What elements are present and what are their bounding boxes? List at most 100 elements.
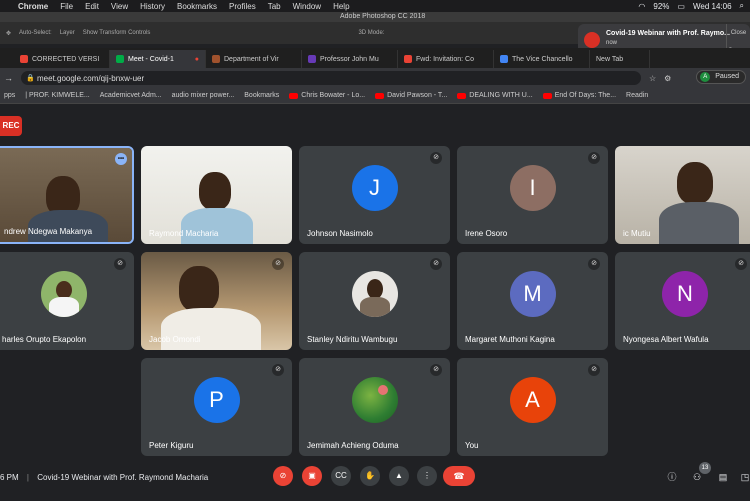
participant-tile[interactable]: ⊘ J Johnson Nasimolo	[299, 146, 450, 244]
3d-mode-label[interactable]: 3D Mode:	[358, 30, 384, 36]
tab-label: CORRECTED VERSI	[32, 55, 100, 63]
move-tool-icon[interactable]: ✥	[6, 30, 11, 37]
info-icon[interactable]: ⓘ	[665, 470, 679, 484]
more-options-button[interactable]: ⋮	[417, 466, 437, 486]
tab-department[interactable]: Department of Vir	[206, 50, 302, 68]
wifi-icon[interactable]: ◠	[638, 2, 645, 11]
avatar: I	[509, 165, 556, 211]
participant-tile[interactable]: ⊘ P Peter Kiguru	[141, 358, 292, 456]
avatar-photo	[366, 279, 383, 299]
bookmark-folder[interactable]: Bookmarks	[244, 92, 279, 99]
battery-icon[interactable]: ▭	[677, 2, 685, 11]
photoshop-title: Adobe Photoshop CC 2018	[340, 13, 426, 20]
participant-tile[interactable]: Raymond Macharia	[141, 146, 292, 244]
tab-label: Department of Vir	[224, 55, 279, 63]
auto-select-label[interactable]: Auto-Select:	[19, 30, 52, 36]
participant-tile[interactable]: ⊘ harles Orupto Ekapolon	[0, 252, 134, 350]
star-icon[interactable]: ☆	[649, 74, 656, 83]
avatar	[351, 271, 398, 317]
menu-view[interactable]: View	[111, 2, 128, 11]
people-icon[interactable]: ⚇	[690, 470, 704, 484]
participant-name: Nyongesa Albert Wafula	[623, 335, 709, 344]
url-text: meet.google.com/qij-bnxw-uer	[37, 73, 145, 83]
tab-fwd-invitation[interactable]: Fwd: Invitation: Co	[398, 50, 494, 68]
participant-tile[interactable]: ⊘ I Irene Osoro	[457, 146, 608, 244]
menu-file[interactable]: File	[60, 2, 73, 11]
address-bar[interactable]: 🔒 meet.google.com/qij-bnxw-uer	[21, 71, 641, 85]
participant-name: ic Mutiu	[623, 229, 651, 238]
tab-meet[interactable]: Meet - Covid-1 ●	[110, 50, 206, 68]
present-button[interactable]: ▲	[389, 466, 409, 486]
participant-tile[interactable]: ⊘ Jemimah Achieng Oduma	[299, 358, 450, 456]
avatar: N	[662, 271, 708, 317]
bookmark-dealing-with[interactable]: DEALING WITH U...	[457, 92, 533, 99]
extensions-icon[interactable]: ⚙	[664, 74, 671, 83]
participant-name: Margaret Muthoni Kagina	[465, 335, 555, 344]
person-head	[677, 162, 713, 204]
bookmark-apps[interactable]: pps	[4, 92, 15, 99]
menu-edit[interactable]: Edit	[85, 2, 99, 11]
alarm-icon	[584, 32, 600, 48]
participant-name: Stanley Ndiritu Wambugu	[307, 335, 398, 344]
youtube-icon	[457, 92, 467, 99]
leave-call-button[interactable]: ☎	[443, 466, 475, 486]
tab-vice-chancellor[interactable]: The Vice Chancello	[494, 50, 590, 68]
site-icon	[212, 55, 220, 63]
back-icon[interactable]: →	[4, 73, 13, 83]
meet-icon	[116, 55, 124, 63]
profile-button[interactable]: A Paused	[696, 70, 746, 84]
lock-icon[interactable]: 🔒	[26, 74, 35, 82]
avatar-photo	[359, 297, 390, 317]
clock[interactable]: Wed 14:06	[693, 2, 732, 11]
participant-name: Peter Kiguru	[149, 441, 194, 450]
avatar: M	[509, 271, 556, 317]
mic-off-icon: ⊘	[272, 258, 284, 270]
menu-history[interactable]: History	[140, 2, 165, 11]
address-row: → 🔒 meet.google.com/qij-bnxw-uer ☆ ⚙	[0, 68, 750, 88]
participant-tile[interactable]: ic Mutiu	[615, 146, 750, 244]
captions-button[interactable]: CC	[331, 466, 351, 486]
menu-profiles[interactable]: Profiles	[229, 2, 256, 11]
participant-tile[interactable]: ⊘ Jacob Omondi	[141, 252, 292, 350]
camera-off-button[interactable]: ▣	[302, 466, 322, 486]
battery-level[interactable]: 92%	[653, 2, 669, 11]
participant-tile[interactable]: ⊘ M Margaret Muthoni Kagina	[457, 252, 608, 350]
show-transform-toggle[interactable]: Show Transform Controls	[83, 30, 151, 36]
activities-icon[interactable]: ◳	[738, 470, 750, 484]
site-icon	[308, 55, 316, 63]
bookmark-david-pawson[interactable]: David Pawson - T...	[375, 92, 447, 99]
tab-label: Meet - Covid-1	[128, 55, 174, 63]
participant-tile[interactable]: ⊘ Stanley Ndiritu Wambugu	[299, 252, 450, 350]
bookmark-audio-mixer[interactable]: audio mixer power...	[172, 92, 235, 99]
bookmark-prof-kimwele[interactable]: | PROF. KIMWELE...	[25, 92, 89, 99]
participant-tile[interactable]: ⊘ A You	[457, 358, 608, 456]
bookmark-end-of-days[interactable]: End Of Days: The...	[542, 92, 616, 99]
menu-tab[interactable]: Tab	[268, 2, 281, 11]
menu-window[interactable]: Window	[293, 2, 321, 11]
search-icon[interactable]: ⌕	[740, 1, 744, 11]
person-body	[659, 202, 739, 244]
bookmarks-bar: pps | PROF. KIMWELE... Academicvet Adm..…	[0, 88, 750, 104]
raise-hand-button[interactable]: ✋	[360, 466, 380, 486]
participant-name: harles Orupto Ekapolon	[2, 335, 87, 344]
bookmark-academicvet[interactable]: Academicvet Adm...	[100, 92, 162, 99]
bookmark-chris-bowater[interactable]: Chris Bowater - Lo...	[289, 92, 365, 99]
participant-name: ndrew Ndegwa Makanya	[4, 227, 93, 236]
close-button[interactable]: Close	[727, 24, 750, 42]
meeting-details[interactable]: 6 PM | Covid-19 Webinar with Prof. Raymo…	[0, 473, 208, 482]
mac-status-area: ◠ 92% ▭ Wed 14:06 ⌕	[638, 0, 744, 12]
tab-label: The Vice Chancello	[512, 55, 573, 63]
mic-off-button[interactable]: ⊘	[273, 466, 293, 486]
participant-tile[interactable]: ⊘ N Nyongesa Albert Wafula	[615, 252, 750, 350]
app-menu[interactable]: Chrome	[18, 2, 48, 11]
layer-select[interactable]: Layer	[60, 30, 75, 36]
profile-status: Paused	[715, 73, 739, 80]
chat-icon[interactable]: ▤	[716, 470, 730, 484]
menu-help[interactable]: Help	[333, 2, 349, 11]
bookmark-reading-list[interactable]: Readin	[626, 92, 648, 99]
tab-professor[interactable]: Professor John Mu	[302, 50, 398, 68]
tab-new[interactable]: New Tab	[590, 50, 650, 68]
tab-corrected-version[interactable]: CORRECTED VERSI	[14, 50, 110, 68]
participant-tile[interactable]: ••• ndrew Ndegwa Makanya	[0, 146, 134, 244]
menu-bookmarks[interactable]: Bookmarks	[177, 2, 217, 11]
